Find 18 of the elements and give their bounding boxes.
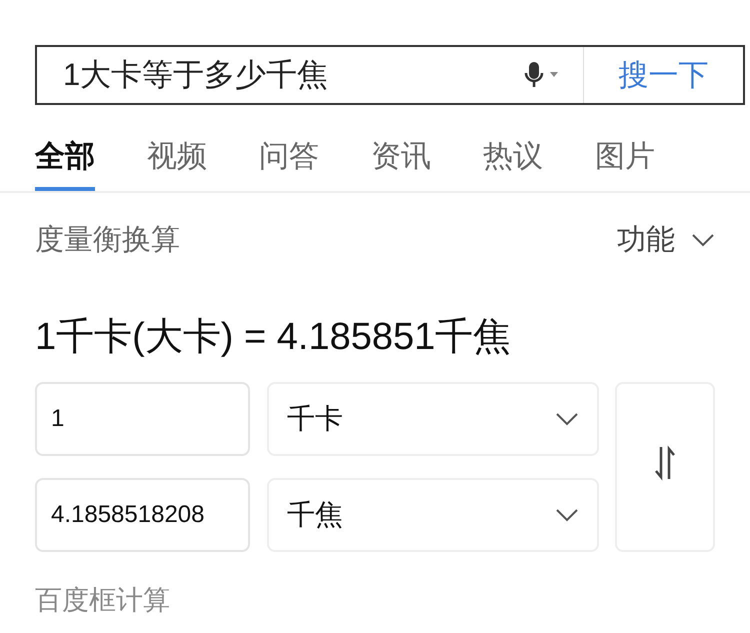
chevron-down-icon: [691, 233, 715, 247]
source-label: 百度框计算: [35, 584, 171, 617]
value-field[interactable]: 4.1858518208: [35, 478, 250, 552]
tab[interactable]: 视频: [147, 125, 207, 191]
card-title: 度量衡换算: [35, 223, 180, 258]
tab[interactable]: 热议: [483, 125, 543, 191]
chevron-down-icon: [555, 508, 579, 522]
tab[interactable]: 全部: [35, 125, 95, 191]
tab[interactable]: 图片: [595, 125, 655, 191]
unit-select[interactable]: 千卡: [267, 382, 599, 456]
value-field[interactable]: 1: [35, 382, 250, 456]
chevron-down-icon: [555, 412, 579, 426]
search-bar[interactable]: 1大卡等于多少千焦 搜一下: [35, 45, 745, 105]
tab[interactable]: 问答: [259, 125, 319, 191]
unit-select[interactable]: 千焦: [267, 478, 599, 552]
function-menu[interactable]: 功能: [617, 220, 715, 260]
conversion-result: 1千卡(大卡) = 4.185851千焦: [35, 315, 512, 360]
tab[interactable]: 资讯: [371, 125, 431, 191]
